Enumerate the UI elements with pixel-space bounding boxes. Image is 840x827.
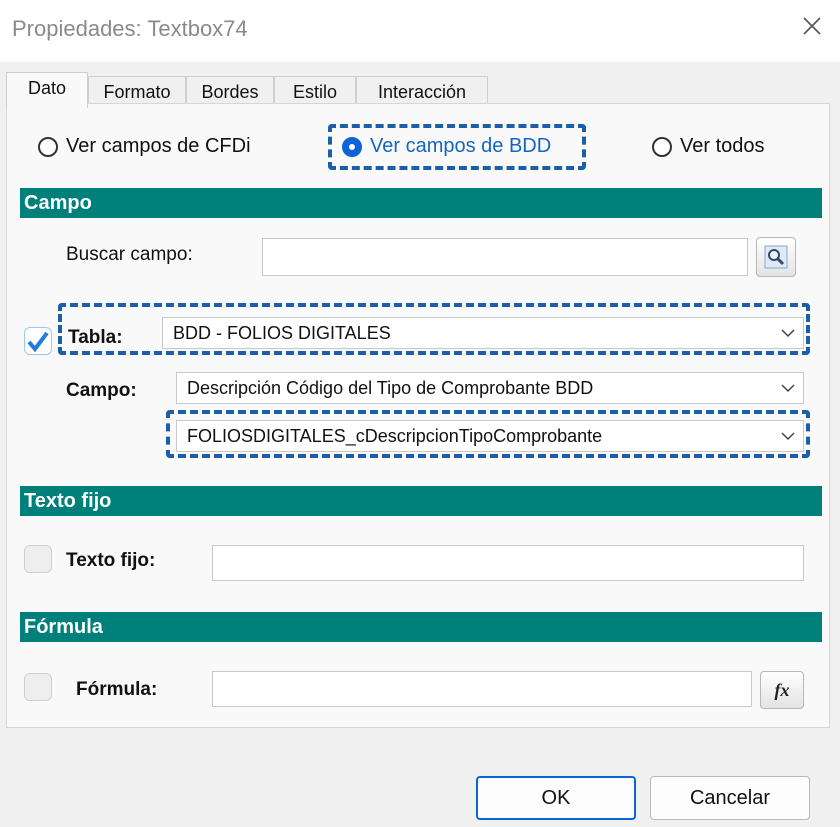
formula-label: Fórmula:	[76, 679, 158, 700]
campo-field-select-value: FOLIOSDIGITALES_cDescripcionTipoComproba…	[187, 426, 603, 446]
campo-select[interactable]: Descripción Código del Tipo de Comproban…	[176, 372, 804, 404]
campo-select-value: Descripción Código del Tipo de Comproban…	[187, 378, 594, 398]
texto-fijo-label: Texto fijo:	[66, 550, 156, 571]
radio-circle	[652, 136, 672, 157]
fx-icon: fx	[774, 679, 790, 700]
radio-ver-campos-cfdi[interactable]: Ver campos de CFDi	[38, 135, 251, 158]
close-icon[interactable]	[798, 12, 826, 40]
tab-estilo[interactable]: Estilo	[274, 76, 356, 106]
search-button[interactable]	[756, 237, 796, 277]
magnifier-icon	[764, 245, 788, 269]
section-header-campo: Campo	[20, 188, 822, 218]
texto-fijo-checkbox[interactable]	[24, 545, 52, 573]
texto-fijo-input[interactable]	[212, 545, 804, 581]
title-bar: Propiedades: Textbox74	[0, 0, 840, 62]
window-title: Propiedades: Textbox74	[12, 16, 248, 41]
buscar-campo-label: Buscar campo:	[66, 244, 193, 265]
tab-bordes[interactable]: Bordes	[186, 76, 274, 106]
tab-dato[interactable]: Dato	[6, 72, 88, 108]
campo-label: Campo:	[66, 380, 137, 401]
radio-circle	[342, 136, 362, 157]
cancel-button[interactable]: Cancelar	[650, 776, 810, 820]
chevron-down-icon	[781, 329, 795, 338]
campo-field-select[interactable]: FOLIOSDIGITALES_cDescripcionTipoComproba…	[176, 420, 804, 452]
formula-input[interactable]	[212, 671, 752, 707]
tabla-select[interactable]: BDD - FOLIOS DIGITALES	[162, 317, 804, 349]
tab-formato[interactable]: Formato	[88, 76, 186, 106]
radio-label: Ver campos de BDD	[370, 135, 552, 157]
chevron-down-icon	[781, 432, 795, 441]
tabla-select-value: BDD - FOLIOS DIGITALES	[173, 323, 391, 343]
formula-checkbox[interactable]	[24, 673, 52, 701]
tabla-checkbox[interactable]	[24, 327, 52, 355]
section-header-texto-fijo: Texto fijo	[20, 486, 822, 516]
chevron-down-icon	[781, 384, 795, 393]
buscar-campo-input[interactable]	[262, 238, 748, 276]
radio-label: Ver campos de CFDi	[66, 135, 251, 157]
ok-button[interactable]: OK	[476, 776, 636, 820]
tab-interaccion[interactable]: Interacción	[356, 76, 488, 106]
fx-button[interactable]: fx	[760, 671, 804, 709]
tabla-label: Tabla:	[68, 327, 123, 348]
radio-label: Ver todos	[680, 135, 765, 157]
radio-ver-campos-bdd[interactable]: Ver campos de BDD	[342, 135, 551, 158]
radio-ver-todos[interactable]: Ver todos	[652, 135, 765, 158]
radio-circle	[38, 136, 58, 157]
checkmark-icon	[27, 331, 49, 353]
section-header-formula: Fórmula	[20, 612, 822, 642]
